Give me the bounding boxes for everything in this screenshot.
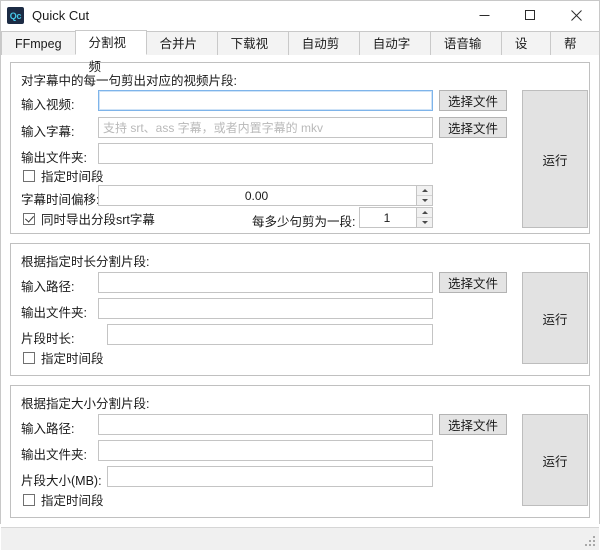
spinner-up-icon[interactable] — [417, 208, 432, 218]
tab-help[interactable]: 帮助 — [550, 31, 600, 55]
tab-auto-subtitle[interactable]: 自动字幕 — [359, 31, 431, 55]
input-path-size-field[interactable] — [98, 414, 433, 435]
output-dir-duration-field[interactable] — [98, 298, 433, 319]
checkbox-label: 指定时间段 — [41, 348, 104, 367]
tab-split-video[interactable]: 分割视频 — [75, 30, 147, 55]
checkbox-box — [23, 213, 35, 225]
label-input-path-duration: 输入路径: — [21, 276, 74, 295]
checkbox-label: 指定时间段 — [41, 166, 104, 185]
clip-duration-field[interactable] — [107, 324, 433, 345]
run-button-subtitle-split[interactable]: 运行 — [522, 90, 588, 228]
input-video-field[interactable] — [98, 90, 433, 111]
sentences-per-clip-spinner[interactable]: 1 — [359, 207, 433, 228]
checkbox-specify-timerange-3[interactable]: 指定时间段 — [23, 490, 104, 509]
label-input-path-size: 输入路径: — [21, 418, 74, 437]
group-size-split: 根据指定大小分割片段: 输入路径: 选择文件 输出文件夹: 片段大小(MB): … — [10, 385, 590, 518]
tab-merge-clips[interactable]: 合并片段 — [146, 31, 218, 55]
output-dir-field[interactable] — [98, 143, 433, 164]
sentences-per-clip-value: 1 — [360, 208, 416, 227]
checkbox-box — [23, 170, 35, 182]
checkbox-box — [23, 494, 35, 506]
app-window: Qc Quick Cut FFmpeg 分割视频 合并片段 下载视频 自动剪辑 … — [0, 0, 600, 524]
label-output-dir: 输出文件夹: — [21, 147, 87, 166]
checkbox-specify-timerange-1[interactable]: 指定时间段 — [23, 166, 104, 185]
choose-file-size-button[interactable]: 选择文件 — [439, 414, 507, 435]
group-subtitle-split-title: 对字幕中的每一句剪出对应的视频片段: — [21, 70, 237, 89]
resize-grip-icon[interactable] — [584, 536, 596, 548]
subtitle-offset-value: 0.00 — [99, 186, 416, 205]
choose-file-subtitle-button[interactable]: 选择文件 — [439, 117, 507, 138]
choose-file-duration-button[interactable]: 选择文件 — [439, 272, 507, 293]
label-clip-size: 片段大小(MB): — [21, 470, 102, 489]
run-button-size-split[interactable]: 运行 — [522, 414, 588, 506]
spinner-up-icon[interactable] — [417, 186, 432, 196]
clip-size-field[interactable] — [107, 466, 433, 487]
label-sentences-per-clip: 每多少句剪为一段: — [252, 211, 355, 230]
maximize-icon[interactable] — [507, 1, 553, 30]
checkbox-label: 同时导出分段srt字幕 — [41, 209, 155, 228]
choose-file-video-button[interactable]: 选择文件 — [439, 90, 507, 111]
run-button-duration-split[interactable]: 运行 — [522, 272, 588, 364]
spinner-down-icon[interactable] — [417, 196, 432, 205]
minimize-icon[interactable] — [461, 1, 507, 30]
tab-ffmpeg[interactable]: FFmpeg — [1, 31, 76, 55]
group-subtitle-split: 对字幕中的每一句剪出对应的视频片段: 输入视频: 选择文件 输入字幕: 选择文件… — [10, 62, 590, 234]
label-input-video: 输入视频: — [21, 94, 74, 113]
label-subtitle-offset: 字幕时间偏移: — [21, 189, 99, 208]
label-clip-duration: 片段时长: — [21, 328, 74, 347]
tab-voice-input[interactable]: 语音输入 — [430, 31, 502, 55]
spinner-buttons[interactable] — [416, 208, 432, 227]
window-title: Quick Cut — [32, 8, 89, 23]
spinner-down-icon[interactable] — [417, 218, 432, 227]
label-output-dir-size: 输出文件夹: — [21, 444, 87, 463]
close-icon[interactable] — [553, 1, 599, 30]
app-icon: Qc — [7, 7, 24, 24]
label-output-dir-duration: 输出文件夹: — [21, 302, 87, 321]
group-size-split-title: 根据指定大小分割片段: — [21, 393, 149, 412]
tab-settings[interactable]: 设置 — [501, 31, 551, 55]
checkbox-specify-timerange-2[interactable]: 指定时间段 — [23, 348, 104, 367]
checkbox-box — [23, 352, 35, 364]
tab-download-video[interactable]: 下载视频 — [217, 31, 289, 55]
label-input-subtitle: 输入字幕: — [21, 121, 74, 140]
tab-auto-edit[interactable]: 自动剪辑 — [288, 31, 360, 55]
checkbox-label: 指定时间段 — [41, 490, 104, 509]
status-bar — [1, 527, 599, 550]
window-controls — [461, 1, 599, 30]
checkbox-export-srt[interactable]: 同时导出分段srt字幕 — [23, 209, 155, 228]
title-bar: Qc Quick Cut — [1, 1, 599, 30]
group-duration-split: 根据指定时长分割片段: 输入路径: 选择文件 输出文件夹: 片段时长: 指定时间… — [10, 243, 590, 376]
input-path-duration-field[interactable] — [98, 272, 433, 293]
subtitle-offset-spinner[interactable]: 0.00 — [98, 185, 433, 206]
output-dir-size-field[interactable] — [98, 440, 433, 461]
tab-content-split-video: 对字幕中的每一句剪出对应的视频片段: 输入视频: 选择文件 输入字幕: 选择文件… — [1, 55, 599, 527]
tab-bar: FFmpeg 分割视频 合并片段 下载视频 自动剪辑 自动字幕 语音输入 设置 … — [1, 30, 599, 55]
input-subtitle-field[interactable] — [98, 117, 433, 138]
spinner-buttons[interactable] — [416, 186, 432, 205]
group-duration-split-title: 根据指定时长分割片段: — [21, 251, 149, 270]
